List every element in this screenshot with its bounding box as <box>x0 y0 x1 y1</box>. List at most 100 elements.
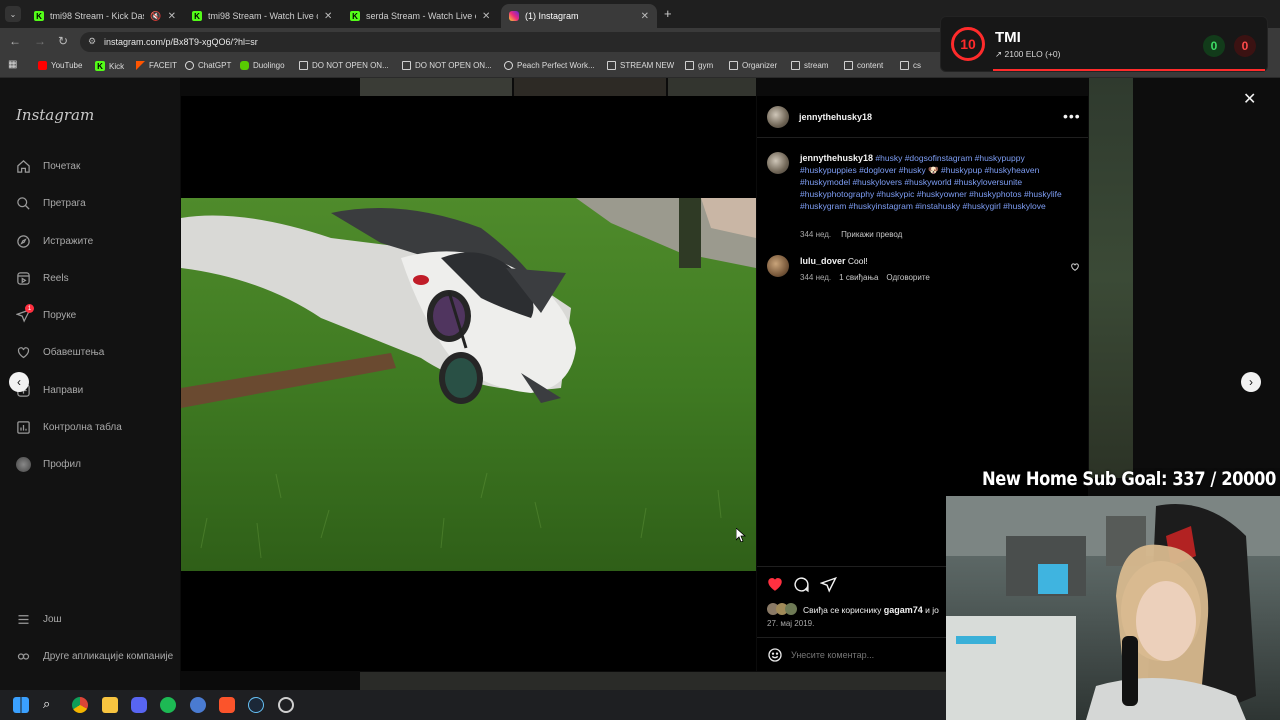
author-username[interactable]: jennythehusky18 <box>799 112 872 122</box>
panel-divider <box>757 137 1088 138</box>
comment-username[interactable]: lulu_dover <box>800 256 846 266</box>
bookmark-folder[interactable]: DO NOT OPEN ON... <box>402 61 492 70</box>
nav-explore[interactable]: Истражите <box>16 234 93 249</box>
close-tab-icon[interactable]: ✕ <box>324 11 332 22</box>
faceit-level-badge: 10 <box>951 27 985 61</box>
background-thumbnail <box>360 672 946 690</box>
settings-icon[interactable] <box>278 697 294 713</box>
comment-like-icon[interactable] <box>1070 259 1080 277</box>
comment-input[interactable] <box>791 648 971 662</box>
instagram-logo[interactable]: Instagram <box>16 106 94 124</box>
tab-title: (1) Instagram <box>525 11 579 21</box>
duolingo-icon <box>240 61 249 70</box>
nav-other-apps[interactable]: Друге апликације компаније <box>16 649 173 664</box>
nav-more[interactable]: Још <box>16 612 62 627</box>
spotify-icon[interactable] <box>160 697 176 713</box>
bookmark-folder[interactable]: gym <box>685 61 713 70</box>
comment-icon[interactable] <box>793 576 810 598</box>
like-icon[interactable] <box>766 575 784 598</box>
background-thumbnail <box>360 78 512 96</box>
caption-avatar[interactable] <box>767 152 789 174</box>
bookmark-duolingo[interactable]: Duolingo <box>240 61 285 70</box>
close-post-icon[interactable]: ✕ <box>1243 89 1256 109</box>
instagram-icon <box>509 11 519 21</box>
globe-icon <box>504 61 513 70</box>
nav-profile[interactable]: Профил <box>16 457 81 472</box>
dashboard-icon <box>16 420 31 435</box>
new-tab-button[interactable]: + <box>664 6 672 21</box>
menu-icon <box>16 612 31 627</box>
previous-post-button[interactable]: ‹ <box>9 372 29 392</box>
bookmark-folder[interactable]: Organizer <box>729 61 777 70</box>
site-info-icon[interactable]: ⚙ <box>88 36 96 47</box>
background-thumbnail <box>514 78 666 96</box>
mouse-cursor <box>735 527 747 547</box>
post-caption: jennythehusky18 #husky #dogsofinstagram … <box>800 152 1070 212</box>
tab-title: serda Stream - Watch Live on K <box>366 11 476 21</box>
likes-text: Свиђа се кориснику <box>803 605 882 615</box>
likes-user[interactable]: gagam74 <box>884 605 923 615</box>
discord-icon[interactable] <box>131 697 147 713</box>
translate-link[interactable]: Прикажи превод <box>841 230 902 239</box>
brave-icon[interactable] <box>219 697 235 713</box>
bookmark-youtube[interactable]: YouTube <box>38 61 82 70</box>
more-options-icon[interactable]: ••• <box>1063 108 1081 124</box>
bookmark-folder[interactable]: stream <box>791 61 828 70</box>
browser-tab[interactable]: K tmi98 Stream - Kick Dashbo 🔇 ✕ <box>26 4 184 28</box>
tab-search-button[interactable]: ⌄ <box>5 6 21 22</box>
nav-home[interactable]: Почетак <box>16 159 80 174</box>
bookmark-folder[interactable]: DO NOT OPEN ON... <box>299 61 389 70</box>
windows-start-icon[interactable] <box>13 697 29 713</box>
close-tab-icon[interactable]: ✕ <box>168 11 176 22</box>
caption-username[interactable]: jennythehusky18 <box>800 153 873 163</box>
post-date: 27. мај 2019. <box>767 619 815 628</box>
background-thumbnail <box>1133 78 1280 468</box>
tab-title: tmi98 Stream - Kick Dashbo <box>50 11 144 21</box>
browser-tab[interactable]: K serda Stream - Watch Live on K ✕ <box>342 4 500 28</box>
browser-tab-active[interactable]: (1) Instagram ✕ <box>501 4 657 28</box>
browser-tab[interactable]: K tmi98 Stream - Watch Live on K ✕ <box>184 4 342 28</box>
likes-suffix: и јо <box>925 605 939 615</box>
nav-notifications[interactable]: Обавештења <box>16 345 104 360</box>
trend-up-icon: ↗ <box>995 49 1003 59</box>
notification-badge: 1 <box>25 304 34 313</box>
background-thumbnail <box>668 78 756 96</box>
comment-likes[interactable]: 1 свиђања <box>839 273 878 282</box>
nav-dashboard[interactable]: Контролна табла <box>16 420 122 435</box>
bookmark-kick[interactable]: K Kick <box>95 61 124 71</box>
author-avatar[interactable] <box>767 106 789 128</box>
reply-link[interactable]: Одговорите <box>886 273 929 282</box>
close-tab-icon[interactable]: ✕ <box>482 11 490 22</box>
next-post-button[interactable]: › <box>1241 372 1261 392</box>
mute-icon[interactable]: 🔇 <box>150 11 161 22</box>
close-tab-icon[interactable]: ✕ <box>641 11 649 22</box>
nav-messages[interactable]: 1 Поруке <box>16 304 76 323</box>
likers-avatars[interactable] <box>767 603 801 616</box>
forward-icon[interactable]: → <box>34 34 46 48</box>
steam-icon[interactable] <box>248 697 264 713</box>
share-icon[interactable] <box>819 576 837 598</box>
bookmark-peach[interactable]: Peach Perfect Work... <box>504 61 595 70</box>
reload-icon[interactable]: ↻ <box>58 34 68 48</box>
post-photo-husky[interactable] <box>181 198 756 571</box>
bookmark-faceit[interactable]: FACEIT <box>136 61 177 70</box>
chrome-icon[interactable] <box>72 697 88 713</box>
tab-title: tmi98 Stream - Watch Live on K <box>208 11 318 21</box>
file-explorer-icon[interactable] <box>102 697 118 713</box>
bookmark-folder[interactable]: STREAM NEW <box>607 61 674 70</box>
emoji-icon[interactable] <box>767 647 783 668</box>
back-icon[interactable]: ← <box>9 34 21 48</box>
comment-age: 344 нед. <box>800 273 832 282</box>
apps-icon[interactable]: ▦ <box>8 59 17 70</box>
bookmark-folder[interactable]: cs <box>900 61 921 70</box>
address-bar[interactable]: ⚙ instagram.com/p/Bx8T9-xgQO6/?hl=sr <box>80 32 960 52</box>
commenter-avatar[interactable] <box>767 255 789 277</box>
bookmark-chatgpt[interactable]: ChatGPT <box>185 61 231 70</box>
likes-summary: Свиђа се кориснику gagam74 и јо <box>803 604 939 616</box>
comment-text: lulu_dover Cool! <box>800 255 868 267</box>
nav-search[interactable]: Претрага <box>16 196 86 211</box>
nav-reels[interactable]: Reels <box>16 271 69 286</box>
app-icon[interactable] <box>190 697 206 713</box>
bookmark-folder[interactable]: content <box>844 61 883 70</box>
search-icon[interactable]: ⌕ <box>43 696 59 712</box>
